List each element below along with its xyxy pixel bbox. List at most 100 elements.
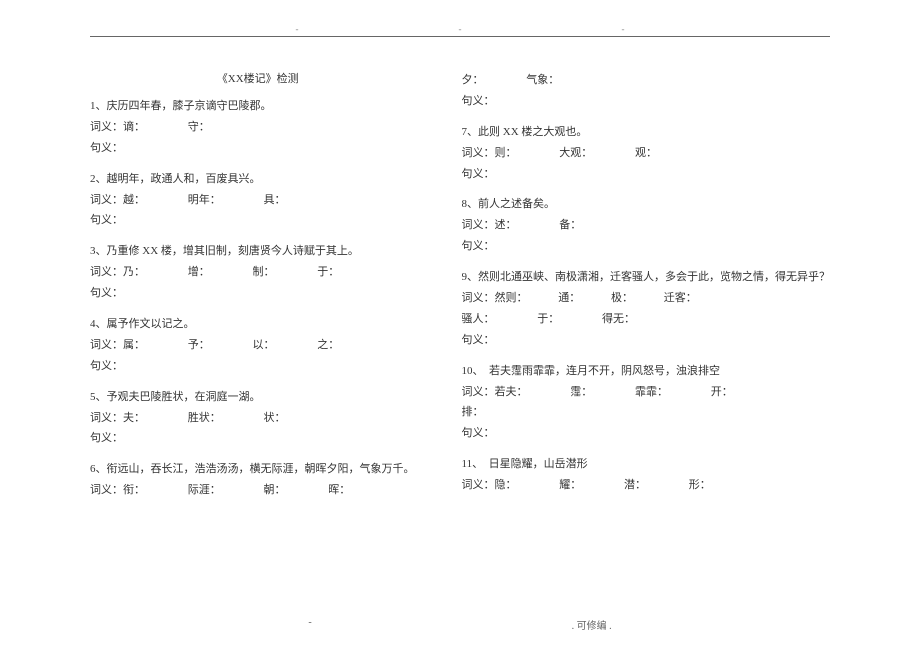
def: 词义：隐： [462, 479, 517, 491]
meaning-line: 句义： [90, 428, 426, 449]
def: 之： [317, 339, 339, 351]
question-block: 3、乃重修 XX 楼，增其旧制，刻唐贤今人诗赋于其上。 词义：乃： 增： 制： … [90, 241, 426, 304]
def: 际涯： [188, 484, 221, 496]
def: 于： [537, 313, 559, 325]
question-block: 6、衔远山，吞长江，浩浩汤汤，横无际涯，朝晖夕阳，气象万千。 词义：衔： 际涯：… [90, 459, 426, 501]
definition-line: 词义：则： 大观： 观： [462, 143, 831, 164]
meaning-line: 句义： [462, 423, 831, 444]
meaning-line: 句义： [90, 283, 426, 304]
definition-line: 词义：衔： 际涯： 朝： 晖： [90, 480, 426, 501]
def: 夕： [462, 74, 484, 86]
def: 极： [611, 292, 633, 304]
def: 得无： [602, 313, 635, 325]
def: 制： [253, 266, 275, 278]
question-block: 5、予观夫巴陵胜状，在洞庭一湖。 词义：夫： 胜状： 状： 句义： [90, 387, 426, 450]
meaning-line: 句义： [462, 330, 831, 351]
header-mark: - [296, 24, 299, 34]
header-rule [90, 36, 830, 37]
question-text: 11、 日星隐耀，山岳潜形 [462, 454, 831, 475]
def: 骚人： [462, 313, 495, 325]
meaning-line: 句义： [462, 236, 831, 257]
def: 词义：然则： [462, 292, 528, 304]
def: 大观： [559, 147, 592, 159]
header-mark: - [459, 24, 462, 34]
footer-right: . 可修编 . [572, 617, 612, 632]
question-block: 4、属予作文以记之。 词义：属： 予： 以： 之： 句义： [90, 314, 426, 377]
def: 霪： [570, 386, 592, 398]
question-block: 1、庆历四年春，膝子京谪守巴陵郡。 词义：谪： 守： 句义： [90, 96, 426, 159]
definition-line: 骚人： 于： 得无： [462, 309, 831, 330]
def: 潜： [624, 479, 646, 491]
def: 明年： [188, 194, 221, 206]
content-columns: 《XX楼记》检测 1、庆历四年春，膝子京谪守巴陵郡。 词义：谪： 守： 句义： … [90, 70, 830, 507]
question-text: 8、前人之述备矣。 [462, 194, 831, 215]
footer-left: - [308, 617, 311, 632]
header-marks: - - - [0, 24, 920, 34]
meaning-line: 句义： [90, 138, 426, 159]
def: 形： [689, 479, 711, 491]
def: 胜状： [188, 412, 221, 424]
definition-line: 词义：谪： 守： [90, 117, 426, 138]
definition-line: 词义：属： 予： 以： 之： [90, 335, 426, 356]
def: 气象： [526, 74, 559, 86]
question-block: 2、越明年，政通人和，百废具兴。 词义：越： 明年： 具： 句义： [90, 169, 426, 232]
document-title: 《XX楼记》检测 [217, 73, 299, 85]
def: 词义：乃： [90, 266, 145, 278]
question-block: 8、前人之述备矣。 词义：述： 备： 句义： [462, 194, 831, 257]
question-text: 6、衔远山，吞长江，浩浩汤汤，横无际涯，朝晖夕阳，气象万千。 [90, 459, 426, 480]
def: 词义：夫： [90, 412, 145, 424]
definition-line: 词义：然则： 通： 极： 迁客： [462, 288, 831, 309]
def: 予： [188, 339, 210, 351]
def: 词义：谪： [90, 121, 145, 133]
def: 词义：述： [462, 219, 517, 231]
definition-line: 词义：若夫： 霪： 霏霏： 开： [462, 382, 831, 403]
def: 增： [188, 266, 210, 278]
def: 具： [264, 194, 286, 206]
def: 词义：衔： [90, 484, 145, 496]
header-mark: - [622, 24, 625, 34]
def: 朝： [264, 484, 286, 496]
def: 守： [188, 121, 210, 133]
def: 观： [635, 147, 657, 159]
def: 排： [462, 406, 484, 418]
definition-line: 排： [462, 402, 831, 423]
meaning-line: 句义： [90, 356, 426, 377]
question-text: 3、乃重修 XX 楼，增其旧制，刻唐贤今人诗赋于其上。 [90, 241, 426, 262]
def: 状： [264, 412, 286, 424]
question-text: 2、越明年，政通人和，百废具兴。 [90, 169, 426, 190]
def: 于： [317, 266, 339, 278]
question-block: 9、然则北通巫峡、南极潇湘，迁客骚人，多会于此，览物之情，得无异乎？ 词义：然则… [462, 267, 831, 351]
right-column: 夕： 气象： 句义： 7、此则 XX 楼之大观也。 词义：则： 大观： 观： 句… [462, 70, 831, 507]
def: 耀： [559, 479, 581, 491]
def: 通： [558, 292, 580, 304]
question-text: 5、予观夫巴陵胜状，在洞庭一湖。 [90, 387, 426, 408]
def: 以： [253, 339, 275, 351]
meaning-line: 句义： [462, 164, 831, 185]
def: 备： [559, 219, 581, 231]
meaning-line: 句义： [90, 210, 426, 231]
def: 开： [711, 386, 733, 398]
definition-line: 词义：乃： 增： 制： 于： [90, 262, 426, 283]
question-block: 7、此则 XX 楼之大观也。 词义：则： 大观： 观： 句义： [462, 122, 831, 185]
footer: - . 可修编 . [0, 617, 920, 632]
question-text: 4、属予作文以记之。 [90, 314, 426, 335]
def: 词义：则： [462, 147, 517, 159]
def: 词义：属： [90, 339, 145, 351]
question-block: 夕： 气象： 句义： [462, 70, 831, 112]
question-text: 9、然则北通巫峡、南极潇湘，迁客骚人，多会于此，览物之情，得无异乎？ [462, 267, 831, 288]
def: 霏霏： [635, 386, 668, 398]
question-block: 11、 日星隐耀，山岳潜形 词义：隐： 耀： 潜： 形： [462, 454, 831, 496]
def: 晖： [328, 484, 350, 496]
definition-line: 词义：述： 备： [462, 215, 831, 236]
meaning-line: 句义： [462, 91, 831, 112]
definition-line: 词义：隐： 耀： 潜： 形： [462, 475, 831, 496]
definition-line: 词义：越： 明年： 具： [90, 190, 426, 211]
definition-line: 夕： 气象： [462, 70, 831, 91]
left-column: 《XX楼记》检测 1、庆历四年春，膝子京谪守巴陵郡。 词义：谪： 守： 句义： … [90, 70, 426, 507]
def: 词义：若夫： [462, 386, 528, 398]
question-text: 1、庆历四年春，膝子京谪守巴陵郡。 [90, 96, 426, 117]
question-block: 10、 若夫霪雨霏霏，连月不开，阴风怒号，浊浪排空 词义：若夫： 霪： 霏霏： … [462, 361, 831, 445]
question-text: 7、此则 XX 楼之大观也。 [462, 122, 831, 143]
definition-line: 词义：夫： 胜状： 状： [90, 408, 426, 429]
def: 词义：越： [90, 194, 145, 206]
